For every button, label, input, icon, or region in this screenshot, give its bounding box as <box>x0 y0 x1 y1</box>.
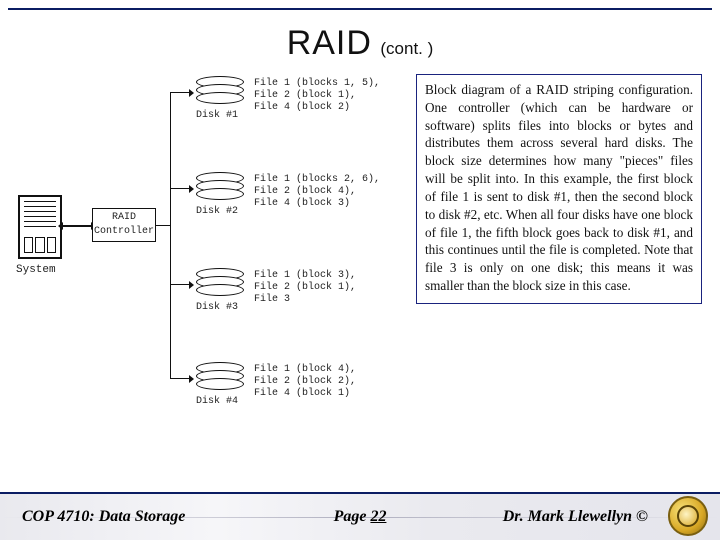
disk-file-list: File 1 (blocks 2, 6), File 2 (block 4), … <box>254 174 380 210</box>
slide-title: RAID (cont. ) <box>0 24 720 63</box>
file-line: File 3 <box>254 294 356 306</box>
file-line: File 4 (block 3) <box>254 198 380 210</box>
branch-arrow-icon <box>170 378 190 379</box>
branch-arrow-icon <box>170 188 190 189</box>
top-rule <box>8 8 712 10</box>
file-line: File 2 (block 1), <box>254 90 380 102</box>
disk-icon: Disk #4 File 1 (block 4), File 2 (block … <box>192 362 250 407</box>
vertical-bus-line <box>170 92 171 378</box>
branch-arrow-icon <box>170 284 190 285</box>
disk-file-list: File 1 (block 3), File 2 (block 1), File… <box>254 270 356 306</box>
file-line: File 1 (block 4), <box>254 364 356 376</box>
system-label: System <box>16 264 56 276</box>
file-line: File 2 (block 1), <box>254 282 356 294</box>
raid-controller-box: RAIDController <box>92 208 156 242</box>
disk-label: Disk #4 <box>196 396 250 407</box>
page-label: Page <box>334 508 371 525</box>
disk-icon: Disk #2 File 1 (blocks 2, 6), File 2 (bl… <box>192 172 250 217</box>
footer-bar: COP 4710: Data Storage Page 22 Dr. Mark … <box>0 492 720 540</box>
system-box-icon <box>18 195 62 259</box>
disk-file-list: File 1 (block 4), File 2 (block 2), File… <box>254 364 356 400</box>
file-line: File 1 (blocks 1, 5), <box>254 78 380 90</box>
file-line: File 2 (block 2), <box>254 376 356 388</box>
page-number: 22 <box>370 508 386 525</box>
title-sub: (cont. ) <box>380 39 433 58</box>
disk-label: Disk #3 <box>196 302 250 313</box>
disk-label: Disk #2 <box>196 206 250 217</box>
ucf-logo-icon <box>668 496 708 536</box>
footer-author: Dr. Mark Llewellyn © <box>503 508 648 526</box>
title-main: RAID <box>287 24 372 62</box>
disk-icon: Disk #3 File 1 (block 3), File 2 (block … <box>192 268 250 313</box>
controller-label: RAIDController <box>94 212 154 237</box>
raid-diagram: System RAIDController Disk #1 File 1 (bl… <box>18 80 388 450</box>
file-line: File 1 (blocks 2, 6), <box>254 174 380 186</box>
file-line: File 2 (block 4), <box>254 186 380 198</box>
disk-file-list: File 1 (blocks 1, 5), File 2 (block 1), … <box>254 78 380 114</box>
connector-line <box>156 225 170 226</box>
disk-icon: Disk #1 File 1 (blocks 1, 5), File 2 (bl… <box>192 76 250 121</box>
disk-label: Disk #1 <box>196 110 250 121</box>
explanation-box: Block diagram of a RAID striping configu… <box>416 74 702 304</box>
file-line: File 1 (block 3), <box>254 270 356 282</box>
file-line: File 4 (block 2) <box>254 102 380 114</box>
file-line: File 4 (block 1) <box>254 388 356 400</box>
branch-arrow-icon <box>170 92 190 93</box>
bus-arrow-icon <box>62 225 92 227</box>
